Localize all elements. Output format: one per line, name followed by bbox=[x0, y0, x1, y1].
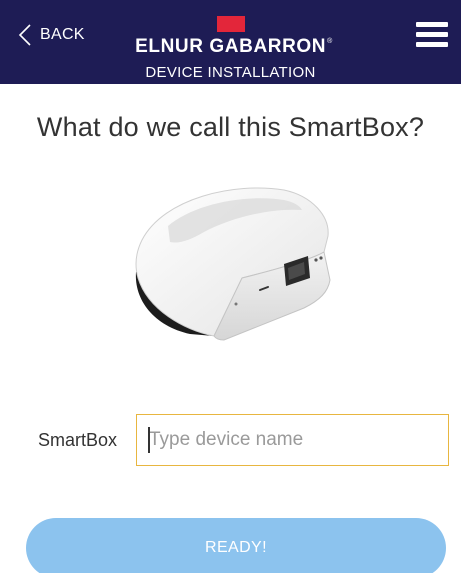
smartbox-field-label: SmartBox bbox=[38, 430, 118, 450]
brand-name-text: ELNUR GABARRON bbox=[135, 36, 327, 57]
back-button[interactable]: BACK bbox=[18, 24, 85, 46]
hamburger-menu-icon[interactable] bbox=[416, 22, 448, 48]
brand-mark-icon bbox=[217, 16, 245, 32]
page-title: What do we call this SmartBox? bbox=[36, 112, 425, 142]
header-subtitle: DEVICE INSTALLATION bbox=[145, 64, 316, 81]
chevron-left-icon bbox=[18, 24, 31, 46]
smartbox-device-image bbox=[135, 187, 331, 341]
ready-button[interactable]: READY! bbox=[26, 518, 446, 573]
device-installation-screen: BACK ELNUR GABARRON® DEVICE INSTALLATION… bbox=[0, 0, 461, 573]
back-label: BACK bbox=[40, 26, 85, 43]
device-name-input[interactable] bbox=[136, 414, 449, 466]
app-header: BACK ELNUR GABARRON® DEVICE INSTALLATION bbox=[0, 0, 461, 84]
brand-name: ELNUR GABARRON® bbox=[134, 36, 334, 58]
text-cursor bbox=[148, 427, 150, 453]
brand-trademark: ® bbox=[327, 38, 333, 45]
